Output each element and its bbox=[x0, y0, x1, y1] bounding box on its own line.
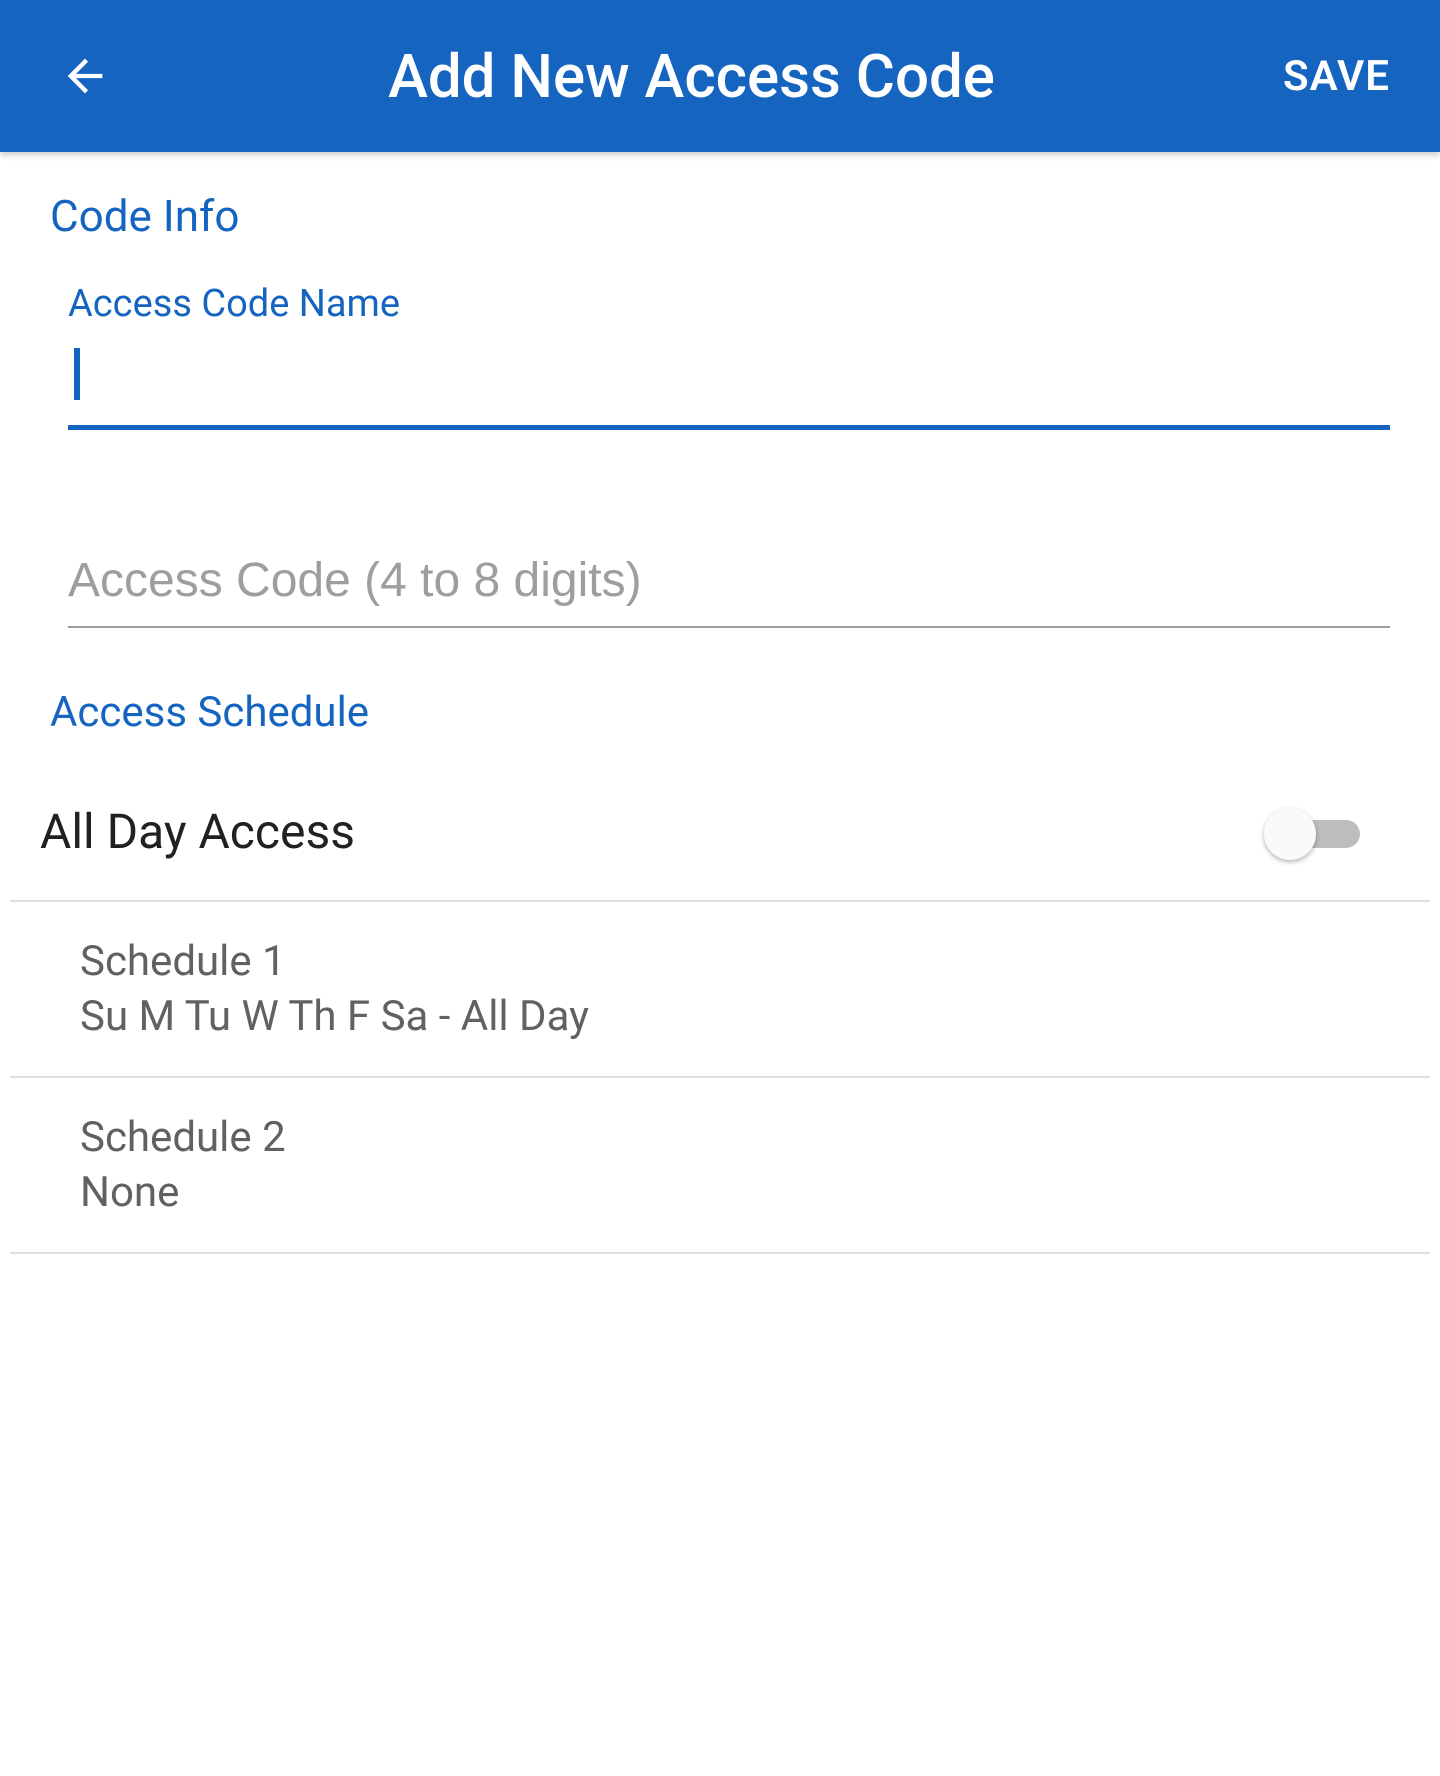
switch-thumb bbox=[1264, 808, 1316, 860]
text-caret bbox=[74, 348, 80, 400]
all-day-access-toggle[interactable] bbox=[1268, 812, 1360, 852]
content: Code Info Access Code Name Access Schedu… bbox=[0, 152, 1440, 1254]
access-code-name-input[interactable] bbox=[68, 334, 1390, 430]
section-header-access-schedule: Access Schedule bbox=[50, 688, 1390, 737]
access-code-name-wrap bbox=[50, 334, 1390, 430]
access-code-name-label: Access Code Name bbox=[68, 282, 1390, 326]
schedule-detail: None bbox=[80, 1168, 1400, 1217]
app-bar: Add New Access Code SAVE bbox=[0, 0, 1440, 152]
schedule-title: Schedule 2 bbox=[80, 1113, 1400, 1162]
schedule-1-row[interactable]: Schedule 1 Su M Tu W Th F Sa - All Day bbox=[10, 902, 1430, 1078]
save-button[interactable]: SAVE bbox=[1283, 42, 1390, 111]
page-title: Add New Access Code bbox=[100, 41, 1283, 112]
schedule-2-row[interactable]: Schedule 2 None bbox=[10, 1078, 1430, 1254]
section-header-code-info: Code Info bbox=[50, 190, 1390, 242]
all-day-access-row: All Day Access bbox=[10, 785, 1430, 902]
schedule-title: Schedule 1 bbox=[80, 937, 1400, 986]
schedule-detail: Su M Tu W Th F Sa - All Day bbox=[80, 992, 1400, 1041]
all-day-access-label: All Day Access bbox=[40, 803, 355, 860]
access-code-input[interactable] bbox=[68, 535, 1390, 628]
